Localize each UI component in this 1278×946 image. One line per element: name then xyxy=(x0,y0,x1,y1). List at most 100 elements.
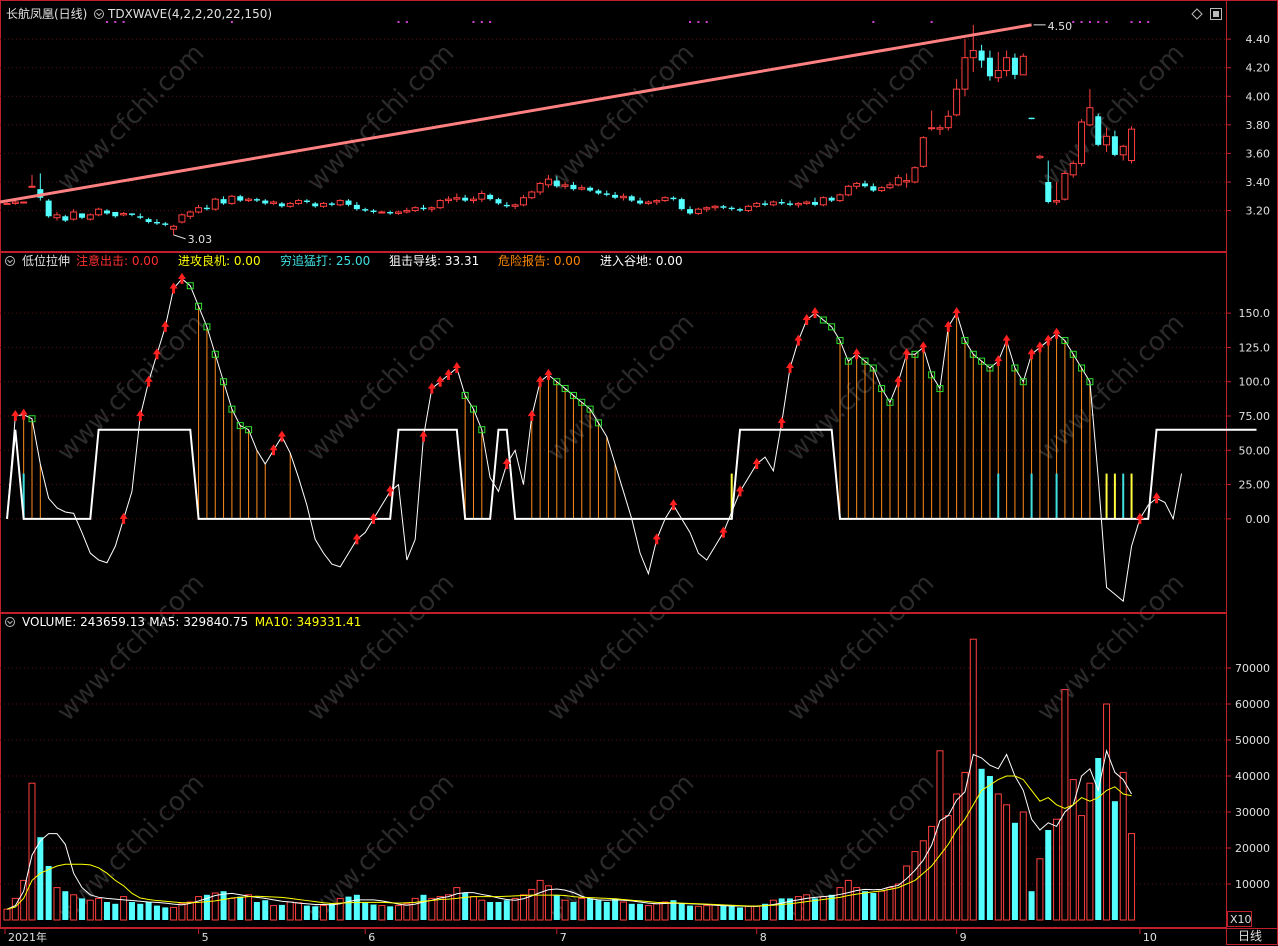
candle xyxy=(45,199,52,218)
candle-body xyxy=(28,185,36,188)
volume-bar xyxy=(228,897,236,921)
volume-bar xyxy=(570,902,577,920)
candle-body xyxy=(1036,155,1044,159)
volume-bar xyxy=(678,903,685,920)
candle xyxy=(919,136,927,168)
candle-body xyxy=(328,203,335,205)
candle-body xyxy=(487,194,494,200)
candle xyxy=(819,196,827,207)
candle-body xyxy=(20,201,28,204)
candle-body xyxy=(1078,121,1086,164)
candle-body xyxy=(62,216,69,221)
volume-bar xyxy=(295,902,303,921)
candle-body xyxy=(469,198,477,202)
volume-bar xyxy=(162,907,169,920)
candle-body xyxy=(186,211,194,217)
candle xyxy=(1078,119,1086,167)
candle-body xyxy=(844,185,852,196)
volume-legend-item: VOLUME: 243659.13 xyxy=(22,615,145,629)
candle-body xyxy=(195,207,203,213)
volume-bar xyxy=(153,905,160,920)
candle-body xyxy=(312,203,319,207)
candle-body xyxy=(1053,200,1061,203)
volume-bar xyxy=(737,907,744,920)
candle-body xyxy=(578,187,586,190)
volume-bar xyxy=(528,888,536,921)
candle-body xyxy=(737,209,744,211)
candle xyxy=(86,213,94,221)
candle-body xyxy=(828,197,835,201)
candle xyxy=(836,193,844,202)
candle-body xyxy=(836,194,844,202)
candle-body xyxy=(137,216,144,218)
candle-body xyxy=(587,187,594,191)
candle-body xyxy=(544,178,552,186)
candle-body xyxy=(1086,107,1094,126)
candle-body xyxy=(428,207,436,210)
volume-header: VOLUME: 243659.13 MA5: 329840.75 MA10: 349… xyxy=(5,615,361,629)
volume-bar xyxy=(3,908,11,921)
candle-body xyxy=(345,200,352,205)
candle-body xyxy=(553,180,560,187)
candle-body xyxy=(495,199,502,204)
volume-bar xyxy=(45,866,52,920)
volume-bar xyxy=(312,906,319,920)
volume-bar xyxy=(553,894,560,920)
candle-body xyxy=(353,204,360,210)
candle-body xyxy=(370,210,377,212)
volume-bar xyxy=(703,905,711,921)
volume-bar xyxy=(728,906,735,920)
volume-bar xyxy=(320,905,328,921)
volume-bar xyxy=(478,899,486,921)
volume-bar xyxy=(903,865,911,921)
volume-bar xyxy=(911,851,919,921)
date-label: 5 xyxy=(202,931,209,944)
candle-body xyxy=(295,200,303,204)
candle-body xyxy=(703,207,711,210)
axis-tick-label: 20000 xyxy=(1235,842,1270,855)
candle-body xyxy=(536,182,544,193)
candle-body xyxy=(1045,182,1052,202)
volume-bar xyxy=(128,902,135,920)
volume-bar xyxy=(469,896,477,921)
volume-bar xyxy=(886,887,894,921)
volume-bar xyxy=(420,894,427,920)
candle-body xyxy=(670,197,677,200)
signal-dot xyxy=(480,21,483,23)
chart-canvas[interactable]: www.cfchi.com www.cfchi.com www.cfchi.com w… xyxy=(0,0,1278,946)
period-label[interactable]: 日线 xyxy=(1238,929,1262,943)
volume-bar xyxy=(328,903,335,920)
volume-bar xyxy=(428,897,436,921)
volume-bar xyxy=(812,898,819,920)
candle-body xyxy=(78,213,85,218)
candle-body xyxy=(644,201,652,204)
candle-body xyxy=(1003,57,1011,72)
candle-body xyxy=(812,202,819,205)
candle-body xyxy=(262,200,269,204)
date-label: 7 xyxy=(560,931,567,944)
volume-bar xyxy=(403,903,411,921)
volume-bar xyxy=(628,903,635,920)
volume-bar xyxy=(1019,811,1027,921)
signal-dot xyxy=(1097,21,1100,23)
volume-bar xyxy=(395,905,403,921)
candle-body xyxy=(753,202,761,207)
candle xyxy=(744,204,752,212)
candle-body xyxy=(128,213,135,215)
candle-body xyxy=(1119,145,1127,156)
candle xyxy=(95,207,103,217)
candle-body xyxy=(628,196,635,201)
volume-bar xyxy=(853,887,861,921)
candle-body xyxy=(994,70,1002,79)
volume-bar xyxy=(286,901,294,921)
window-toggle-inner-icon xyxy=(1213,11,1219,17)
signal-dot xyxy=(1072,21,1075,23)
candle-body xyxy=(612,194,619,198)
candle-body xyxy=(411,207,419,212)
volume-bar xyxy=(1045,830,1052,920)
candle-body xyxy=(969,50,977,59)
candle xyxy=(844,184,852,197)
volume-bar xyxy=(511,897,519,921)
candle-body xyxy=(453,197,461,200)
date-label: 9 xyxy=(960,931,967,944)
